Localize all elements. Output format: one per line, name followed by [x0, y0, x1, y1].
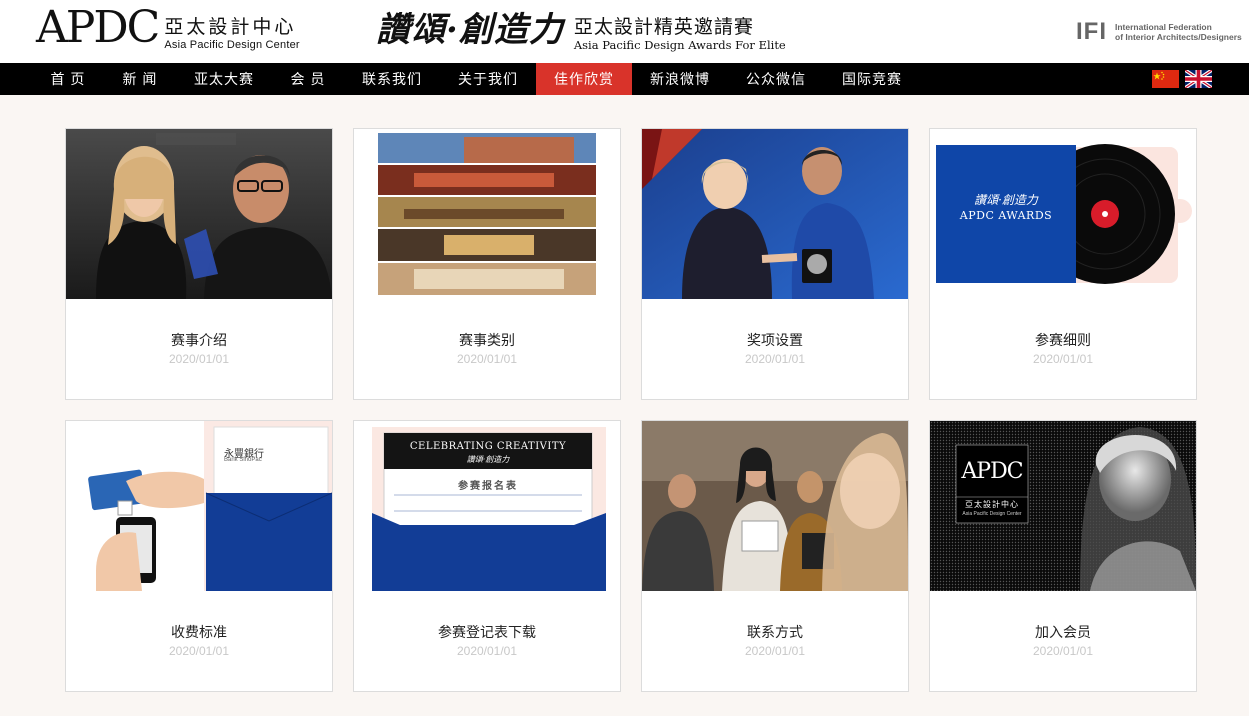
card-contest-rules[interactable]: 讚頌·創造力 APDC AWARDS 参赛细则 2020/01/01 — [929, 128, 1197, 400]
card-title: 参赛登记表下载 — [438, 624, 536, 640]
card-date: 2020/01/01 — [744, 644, 806, 658]
overlay-slogan: 讚頌·創造力 — [466, 455, 510, 464]
slogan-chinese: 亞太設計精英邀請賽 — [573, 16, 754, 38]
overlay-apdc-cn: 亞太設計中心 — [965, 500, 1019, 509]
award-winners-photo — [66, 129, 332, 299]
nav-sina-weibo[interactable]: 新浪微博 — [636, 63, 724, 95]
nav-news[interactable]: 新 闻 — [108, 63, 172, 95]
nav-featured-works[interactable]: 佳作欣赏 — [536, 63, 632, 95]
card-registration-download[interactable]: CELEBRATING CREATIVITY 讚頌·創造力 参赛报名表 参赛登记… — [353, 420, 621, 692]
card-date: 2020/01/01 — [1032, 644, 1094, 658]
card-date: 2020/01/01 — [456, 644, 518, 658]
nav-home[interactable]: 首 页 — [36, 63, 100, 95]
logo-mark: APDC — [36, 2, 160, 53]
overlay-calligraphy: 讚頌·創造力 — [974, 193, 1038, 207]
logo-english-name: Asia Pacific Design Center — [164, 39, 300, 51]
registration-form-folder: CELEBRATING CREATIVITY 讚頌·創造力 参赛报名表 — [354, 421, 620, 591]
card-title: 奖项设置 — [747, 332, 803, 348]
ifi-line-1: International Federation — [1115, 22, 1212, 32]
overlay-form-title: 参赛报名表 — [458, 481, 518, 492]
card-contest-intro[interactable]: 赛事介绍 2020/01/01 — [65, 128, 333, 400]
card-contest-categories[interactable]: 赛事类别 2020/01/01 — [353, 128, 621, 400]
overlay-apdc-mark: APDC — [961, 459, 1023, 484]
site-header: APDC 亞太設計中心 Asia Pacific Design Center 讚… — [0, 0, 1249, 63]
card-awards-setup[interactable]: 奖项设置 2020/01/01 — [641, 128, 909, 400]
overlay-celebrating: CELEBRATING CREATIVITY — [409, 441, 567, 452]
china-flag-icon[interactable] — [1152, 70, 1179, 88]
nav-international-contest[interactable]: 国际竞赛 — [828, 63, 916, 95]
overlay-apdc-awards: APDC AWARDS — [959, 209, 1053, 222]
card-date: 2020/01/01 — [168, 352, 230, 366]
card-contact-info[interactable]: 联系方式 2020/01/01 — [641, 420, 909, 692]
award-ceremony-photo — [642, 129, 908, 299]
overlay-bank-en: Bank SinoPac — [224, 457, 262, 463]
card-title: 赛事介绍 — [171, 332, 227, 348]
card-fee-standard[interactable]: 永豐銀行 Bank SinoPac 收费标准 2020/01/01 — [65, 420, 333, 692]
nav-wechat[interactable]: 公众微信 — [732, 63, 820, 95]
apdc-logo[interactable]: APDC 亞太設計中心 Asia Pacific Design Center — [36, 6, 300, 58]
card-date: 2020/01/01 — [1032, 352, 1094, 366]
nav-members[interactable]: 会 员 — [276, 63, 340, 95]
ifi-mark: IFI — [1076, 18, 1107, 45]
slogan-banner: 讚頌·創造力 亞太設計精英邀請賽 Asia Pacific Design Awa… — [376, 8, 786, 52]
slogan-english: Asia Pacific Design Awards For Elite — [573, 38, 786, 52]
ifi-logo[interactable]: IFI International Federation of Interior… — [1076, 20, 1242, 44]
nav-contact-us[interactable]: 联系我们 — [348, 63, 436, 95]
card-date: 2020/01/01 — [456, 352, 518, 366]
card-title: 收费标准 — [171, 624, 227, 640]
winners-group-photo — [642, 421, 908, 591]
card-date: 2020/01/01 — [168, 644, 230, 658]
card-title: 加入会员 — [1035, 624, 1091, 640]
nav-about-us[interactable]: 关于我们 — [444, 63, 532, 95]
card-date: 2020/01/01 — [744, 352, 806, 366]
interior-design-collage — [354, 129, 620, 299]
logo-chinese-name: 亞太設計中心 — [164, 16, 297, 38]
apdc-awards-vinyl-sleeve: 讚頌·創造力 APDC AWARDS — [930, 129, 1196, 299]
card-title: 参赛细则 — [1035, 332, 1091, 348]
slogan-calligraphy: 讚頌·創造力 — [376, 10, 564, 50]
apdc-logo-mosaic: APDC 亞太設計中心 Asia Pacific Design Center — [930, 421, 1196, 591]
overlay-apdc-en: Asia Pacific Design Center — [962, 511, 1022, 517]
card-title: 联系方式 — [747, 624, 803, 640]
card-join-membership[interactable]: APDC 亞太設計中心 Asia Pacific Design Center 加… — [929, 420, 1197, 692]
nav-asia-pacific-contest[interactable]: 亚太大赛 — [180, 63, 268, 95]
card-title: 赛事类别 — [459, 332, 515, 348]
main-nav: 首 页 新 闻 亚太大赛 会 员 联系我们 关于我们 佳作欣赏 新浪微博 公众微… — [0, 63, 1249, 95]
ifi-line-2: of Interior Architects/Designers — [1115, 32, 1242, 42]
uk-flag-icon[interactable] — [1185, 70, 1212, 88]
card-payment-photo: 永豐銀行 Bank SinoPac — [66, 421, 332, 591]
